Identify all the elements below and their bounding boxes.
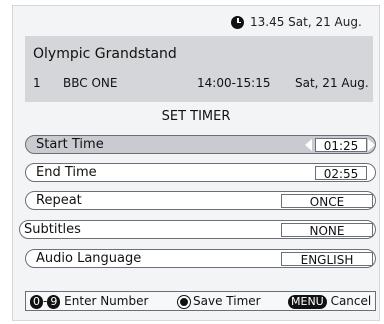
- repeat-label: Repeat: [36, 193, 82, 208]
- subtitles-label: Subtitles: [24, 222, 81, 237]
- channel-name: BBC ONE: [63, 76, 118, 90]
- audio-language-value[interactable]: ENGLISH: [281, 252, 373, 267]
- clock-text: 13.45 Sat, 21 Aug.: [250, 15, 362, 29]
- end-time-label: End Time: [36, 165, 97, 180]
- set-timer-heading: SET TIMER: [161, 109, 231, 124]
- save-timer-label: Save Timer: [193, 294, 261, 308]
- timer-screen: 13.45 Sat, 21 Aug. Olympic Grandstand 1 …: [12, 5, 380, 321]
- subtitles-value[interactable]: NONE: [281, 223, 373, 238]
- arrow-left-icon[interactable]: [305, 139, 312, 151]
- footer-help-bar: 0-9 Enter Number Save Timer MENU Cancel: [25, 291, 376, 311]
- programme-date: Sat, 21 Aug.: [295, 76, 369, 90]
- programme-info-panel: Olympic Grandstand 1 BBC ONE 14:00-15:15…: [25, 36, 373, 102]
- programme-title: Olympic Grandstand: [33, 46, 177, 62]
- timer-row-end-time[interactable]: End Time 02:55: [25, 163, 376, 182]
- timer-row-audio-language[interactable]: Audio Language ENGLISH: [25, 249, 376, 268]
- timer-row-repeat[interactable]: Repeat ONCE: [25, 191, 376, 210]
- clock: 13.45 Sat, 21 Aug.: [231, 12, 362, 32]
- audio-language-label: Audio Language: [36, 251, 142, 266]
- menu-key-icon: MENU: [288, 294, 327, 309]
- timer-row-subtitles[interactable]: Subtitles NONE: [19, 220, 376, 239]
- clock-icon: [231, 15, 244, 29]
- arrow-right-icon[interactable]: [368, 139, 375, 151]
- start-time-value[interactable]: 01:25: [315, 138, 367, 153]
- cancel-hint: MENU Cancel: [288, 294, 371, 309]
- cancel-label: Cancel: [330, 294, 372, 308]
- start-time-label: Start Time: [36, 137, 104, 152]
- repeat-value[interactable]: ONCE: [281, 194, 373, 209]
- channel-number: 1: [33, 76, 41, 90]
- key-zero-icon: 0: [30, 294, 43, 309]
- ok-button-icon: [178, 295, 190, 308]
- programme-details: 1 BBC ONE 14:00-15:15 Sat, 21 Aug.: [33, 76, 369, 92]
- end-time-value[interactable]: 02:55: [315, 166, 367, 181]
- timer-row-start-time[interactable]: Start Time 01:25: [25, 135, 376, 154]
- key-nine-icon: 9: [47, 294, 61, 309]
- save-timer-hint: Save Timer: [178, 294, 261, 308]
- enter-number-hint: 0-9 Enter Number: [30, 294, 148, 309]
- programme-time-range: 14:00-15:15: [197, 76, 271, 90]
- enter-number-label: Enter Number: [64, 294, 149, 308]
